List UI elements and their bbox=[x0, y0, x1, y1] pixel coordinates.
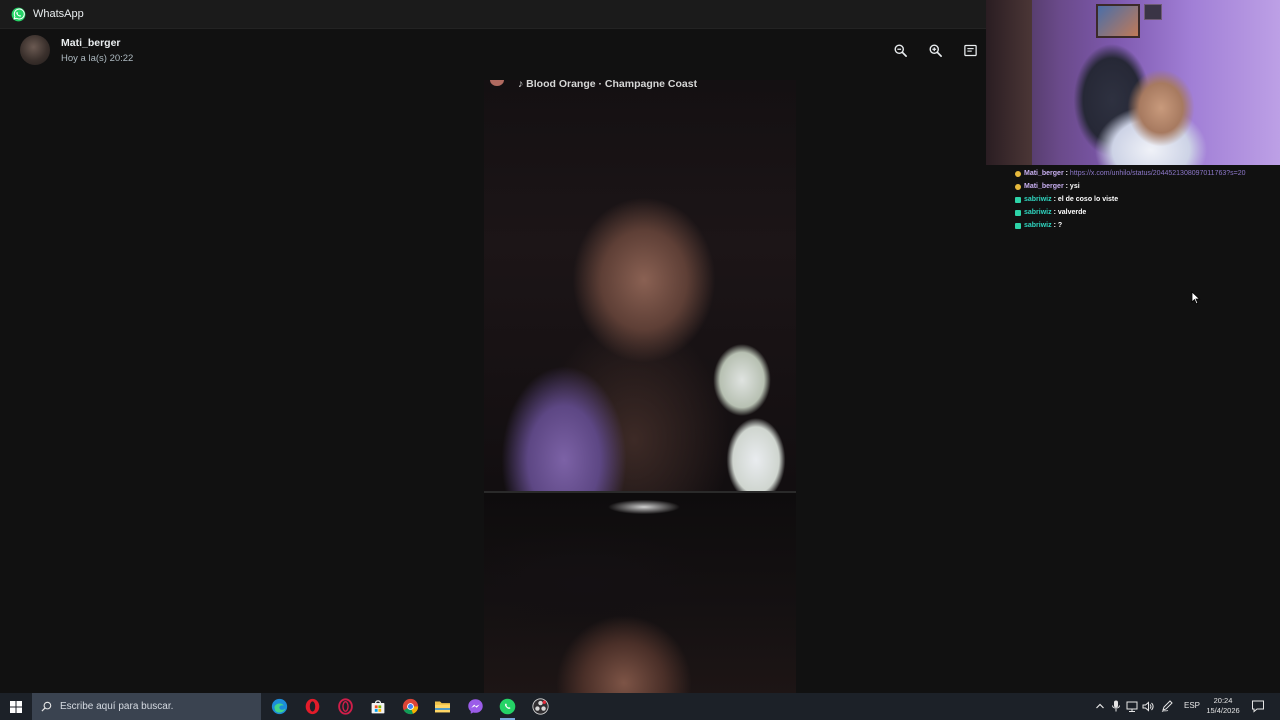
tray-microphone[interactable] bbox=[1110, 700, 1122, 712]
store-icon bbox=[371, 699, 384, 713]
chat-message: sabriwiz : valverde bbox=[1015, 206, 1275, 219]
chat-message: Mati_berger : ysi bbox=[1015, 180, 1275, 193]
pen-icon bbox=[1161, 700, 1173, 712]
taskbar-messenger[interactable] bbox=[466, 697, 485, 716]
zoom-in-button[interactable] bbox=[926, 41, 944, 59]
viewer-badge-icon bbox=[1015, 183, 1021, 190]
clock-date: 15/4/2026 bbox=[1206, 706, 1240, 715]
app-title: WhatsApp bbox=[33, 8, 84, 20]
taskbar: Escribe aquí para buscar. ESP 20:24 15/4… bbox=[0, 693, 1280, 720]
taskbar-file-explorer[interactable] bbox=[433, 697, 452, 716]
taskbar-clock[interactable]: 20:24 15/4/2026 bbox=[1203, 696, 1243, 716]
media-image[interactable]: ♪ Blood Orange · Champagne Coast bbox=[484, 80, 796, 693]
chat-username[interactable]: sabriwiz bbox=[1024, 219, 1052, 232]
chat-text: el de coso lo viste bbox=[1057, 196, 1119, 203]
window-titlebar: WhatsApp bbox=[0, 0, 986, 29]
opera-gx-icon bbox=[338, 698, 353, 715]
sender-name[interactable]: Mati_berger bbox=[61, 37, 121, 49]
mouse-cursor-icon bbox=[1191, 291, 1201, 305]
taskbar-edge[interactable] bbox=[270, 697, 289, 716]
folder-icon bbox=[435, 701, 450, 713]
chat-message: Mati_berger : https://x.com/unhilo/statu… bbox=[1015, 167, 1275, 180]
photo-bottom bbox=[484, 493, 796, 693]
tray-network[interactable] bbox=[1126, 700, 1138, 712]
input-language[interactable]: ESP bbox=[1184, 701, 1200, 710]
clock-time: 20:24 bbox=[1213, 696, 1233, 705]
start-button[interactable] bbox=[0, 693, 32, 720]
taskbar-search-box[interactable]: Escribe aquí para buscar. bbox=[32, 693, 261, 720]
taskbar-whatsapp[interactable] bbox=[498, 697, 517, 720]
chat-text: ? bbox=[1057, 222, 1063, 229]
search-icon bbox=[41, 701, 52, 712]
taskbar-obs[interactable] bbox=[531, 697, 550, 716]
chevron-up-icon bbox=[1096, 703, 1104, 709]
webcam-door bbox=[986, 0, 1032, 165]
microphone-icon bbox=[1112, 700, 1120, 712]
notification-center-icon[interactable] bbox=[1251, 699, 1265, 713]
speaker-icon bbox=[1142, 700, 1154, 712]
webcam-wall-picture bbox=[1096, 4, 1140, 38]
taskbar-opera-gx[interactable] bbox=[336, 697, 355, 716]
search-placeholder: Escribe aquí para buscar. bbox=[60, 701, 174, 712]
avatar[interactable] bbox=[20, 35, 50, 65]
chat-username[interactable]: Mati_berger bbox=[1024, 167, 1064, 180]
view-in-chat-button[interactable] bbox=[961, 41, 979, 59]
chat-badge-icon bbox=[1015, 196, 1021, 203]
chrome-icon bbox=[402, 698, 419, 715]
chat-text: ysi bbox=[1069, 183, 1080, 190]
webcam-wall-frame bbox=[1144, 4, 1162, 20]
viewer-badge-icon bbox=[1015, 170, 1021, 177]
chat-message: sabriwiz : el de coso lo viste bbox=[1015, 193, 1275, 206]
song-label: ♪ Blood Orange · Champagne Coast bbox=[518, 80, 698, 90]
zoom-out-button[interactable] bbox=[891, 41, 909, 59]
chat-badge-icon bbox=[1015, 222, 1021, 229]
zoom-out-icon bbox=[894, 44, 907, 57]
song-label-text: Blood Orange · Champagne Coast bbox=[526, 80, 698, 90]
messenger-icon bbox=[468, 699, 483, 714]
opera-icon bbox=[305, 698, 320, 715]
chat-message: sabriwiz : ? bbox=[1015, 219, 1275, 232]
network-icon bbox=[1126, 701, 1138, 712]
chat-username[interactable]: sabriwiz bbox=[1024, 206, 1052, 219]
chat-username[interactable]: Mati_berger bbox=[1024, 180, 1064, 193]
tray-overflow-button[interactable] bbox=[1094, 700, 1106, 712]
message-timestamp: Hoy a la(s) 20:22 bbox=[61, 53, 134, 64]
stream-chat: Mati_berger : https://x.com/unhilo/statu… bbox=[1015, 167, 1275, 232]
tray-pen[interactable] bbox=[1161, 700, 1173, 712]
chat-text: valverde bbox=[1057, 209, 1087, 216]
tray-volume[interactable] bbox=[1142, 700, 1154, 712]
zoom-in-icon bbox=[929, 44, 942, 57]
webcam-overlay bbox=[986, 0, 1280, 165]
whatsapp-icon bbox=[499, 698, 516, 715]
whatsapp-logo-icon bbox=[11, 7, 26, 21]
edge-icon bbox=[271, 698, 288, 715]
media-viewer-header: Mati_berger Hoy a la(s) 20:22 bbox=[0, 29, 986, 72]
taskbar-chrome[interactable] bbox=[401, 697, 420, 716]
obs-icon bbox=[532, 698, 549, 715]
taskbar-opera[interactable] bbox=[303, 697, 322, 716]
photo-top bbox=[484, 80, 796, 491]
chat-badge-icon bbox=[1015, 209, 1021, 216]
taskbar-store[interactable] bbox=[368, 697, 387, 716]
chat-link[interactable]: https://x.com/unhilo/status/204452130809… bbox=[1070, 167, 1246, 180]
message-box-icon bbox=[963, 44, 977, 56]
chat-username[interactable]: sabriwiz bbox=[1024, 193, 1052, 206]
windows-logo-icon bbox=[10, 700, 22, 713]
